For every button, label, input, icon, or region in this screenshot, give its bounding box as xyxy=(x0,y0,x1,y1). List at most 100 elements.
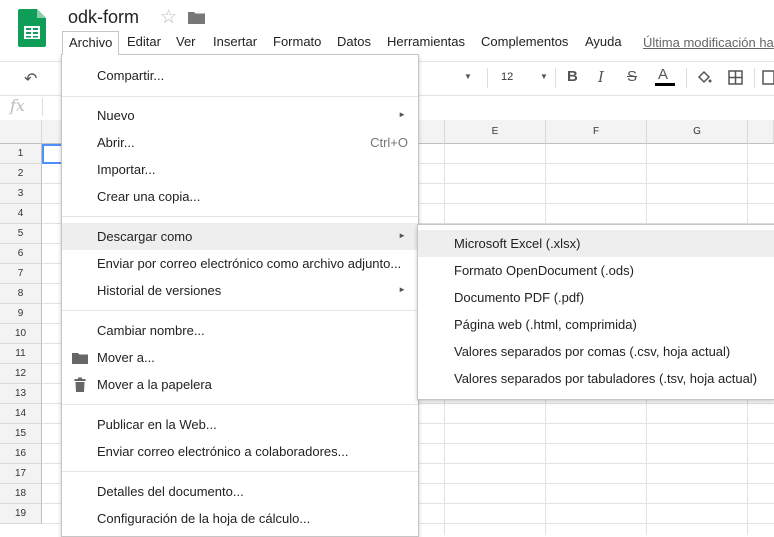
menu-item-label: Compartir... xyxy=(97,68,165,83)
submenu-item-label: Valores separados por comas (.csv, hoja … xyxy=(454,344,731,359)
download-pdf[interactable]: Documento PDF (.pdf) xyxy=(418,284,774,311)
row-header[interactable]: 16 xyxy=(0,444,42,464)
trash-icon xyxy=(74,377,86,392)
menu-separator xyxy=(62,310,418,311)
menu-item-label: Enviar correo electrónico a colaboradore… xyxy=(97,444,349,459)
download-html[interactable]: Página web (.html, comprimida) xyxy=(418,311,774,338)
row-header[interactable]: 11 xyxy=(0,344,42,364)
menu-item-label: Abrir... xyxy=(97,135,135,150)
menu-item-label: Enviar por correo electrónico como archi… xyxy=(97,256,402,271)
menu-item-historial[interactable]: Historial de versiones ► xyxy=(62,277,418,304)
download-tsv[interactable]: Valores separados por tabuladores (.tsv,… xyxy=(418,365,774,392)
borders-icon[interactable] xyxy=(728,70,743,85)
toolbar-divider xyxy=(686,68,687,88)
row-header[interactable]: 17 xyxy=(0,464,42,484)
undo-icon[interactable]: ↶ xyxy=(24,69,37,89)
select-all-corner[interactable] xyxy=(0,120,42,144)
row-header[interactable]: 7 xyxy=(0,264,42,284)
row-header[interactable]: 18 xyxy=(0,484,42,504)
merge-cells-icon[interactable] xyxy=(762,70,774,85)
menu-item-enviar-colaboradores[interactable]: Enviar correo electrónico a colaboradore… xyxy=(62,438,418,465)
menu-item-crear-copia[interactable]: Crear una copia... xyxy=(62,183,418,210)
menu-editar[interactable]: Editar xyxy=(121,31,167,53)
menu-ver[interactable]: Ver xyxy=(170,31,202,53)
row-header[interactable]: 4 xyxy=(0,204,42,224)
row-header[interactable]: 6 xyxy=(0,244,42,264)
file-menu: Compartir... Nuevo ► Abrir... Ctrl+O Impor… xyxy=(61,54,419,537)
menu-item-publicar[interactable]: Publicar en la Web... xyxy=(62,411,418,438)
menu-ayuda[interactable]: Ayuda xyxy=(579,31,628,53)
menu-item-nuevo[interactable]: Nuevo ► xyxy=(62,102,418,129)
folder-icon[interactable] xyxy=(188,11,205,24)
row-header[interactable]: 5 xyxy=(0,224,42,244)
row-header[interactable]: 13 xyxy=(0,384,42,404)
menu-item-label: Crear una copia... xyxy=(97,189,201,204)
last-modified-link[interactable]: Última modificación ha xyxy=(643,35,774,50)
row-header[interactable]: 9 xyxy=(0,304,42,324)
row-header[interactable]: 14 xyxy=(0,404,42,424)
download-as-submenu: Microsoft Excel (.xlsx) Formato OpenDocu… xyxy=(417,224,774,400)
menu-item-configuracion[interactable]: Configuración de la hoja de cálculo... xyxy=(62,505,418,532)
row-header[interactable]: 2 xyxy=(0,164,42,184)
sheets-logo-icon[interactable] xyxy=(18,9,46,47)
menu-item-label: Cambiar nombre... xyxy=(97,323,205,338)
fill-color-icon[interactable] xyxy=(696,70,712,86)
menu-item-compartir[interactable]: Compartir... xyxy=(62,62,418,89)
font-size-value[interactable]: 12 xyxy=(501,71,513,83)
menu-item-label: Mover a la papelera xyxy=(97,377,212,392)
menu-item-descargar-como[interactable]: Descargar como ► xyxy=(62,223,418,250)
row-header[interactable]: 15 xyxy=(0,424,42,444)
menu-complementos[interactable]: Complementos xyxy=(475,31,574,53)
strikethrough-button[interactable]: S xyxy=(627,68,637,85)
menu-item-detalles[interactable]: Detalles del documento... xyxy=(62,478,418,505)
menu-item-abrir[interactable]: Abrir... Ctrl+O xyxy=(62,129,418,156)
menu-formato[interactable]: Formato xyxy=(267,31,327,53)
menu-item-cambiar-nombre[interactable]: Cambiar nombre... xyxy=(62,317,418,344)
fx-label: fx xyxy=(10,96,25,115)
menu-item-enviar-adjunto[interactable]: Enviar por correo electrónico como archi… xyxy=(62,250,418,277)
menu-separator xyxy=(62,96,418,97)
menu-item-importar[interactable]: Importar... xyxy=(62,156,418,183)
menu-item-label: Nuevo xyxy=(97,108,135,123)
star-icon[interactable]: ☆ xyxy=(160,6,177,29)
toolbar-divider xyxy=(555,68,556,88)
download-xlsx[interactable]: Microsoft Excel (.xlsx) xyxy=(418,230,774,257)
document-title[interactable]: odk-form xyxy=(68,7,139,28)
row-header[interactable]: 3 xyxy=(0,184,42,204)
menu-item-papelera[interactable]: Mover a la papelera xyxy=(62,371,418,398)
row-header[interactable]: 12 xyxy=(0,364,42,384)
menu-herramientas[interactable]: Herramientas xyxy=(381,31,471,53)
menu-item-label: Configuración de la hoja de cálculo... xyxy=(97,511,311,526)
bold-button[interactable]: B xyxy=(567,68,578,85)
menu-item-label: Publicar en la Web... xyxy=(97,417,217,432)
menu-item-mover[interactable]: Mover a... xyxy=(62,344,418,371)
menu-item-label: Importar... xyxy=(97,162,156,177)
menu-item-label: Descargar como xyxy=(97,229,193,244)
menu-item-label: Mover a... xyxy=(97,350,155,365)
italic-button[interactable]: I xyxy=(598,68,604,86)
row-header[interactable]: 19 xyxy=(0,504,42,524)
text-color-glyph: A xyxy=(658,66,669,83)
column-header-f[interactable]: F xyxy=(546,120,647,144)
menu-shortcut: Ctrl+O xyxy=(370,135,408,150)
menu-item-label: Detalles del documento... xyxy=(97,484,244,499)
row-header[interactable]: 10 xyxy=(0,324,42,344)
font-size-dropdown-arrow-icon[interactable]: ▼ xyxy=(540,72,548,81)
text-color-button[interactable]: A xyxy=(655,66,675,86)
download-csv[interactable]: Valores separados por comas (.csv, hoja … xyxy=(418,338,774,365)
toolbar-divider xyxy=(754,68,755,88)
column-header-g[interactable]: G xyxy=(647,120,748,144)
column-header-e[interactable]: E xyxy=(445,120,546,144)
download-ods[interactable]: Formato OpenDocument (.ods) xyxy=(418,257,774,284)
toolbar-divider xyxy=(487,68,488,88)
column-header[interactable] xyxy=(748,120,774,144)
menu-separator xyxy=(62,471,418,472)
submenu-item-label: Microsoft Excel (.xlsx) xyxy=(454,236,581,251)
row-header[interactable]: 8 xyxy=(0,284,42,304)
menu-datos[interactable]: Datos xyxy=(331,31,377,53)
menu-archivo[interactable]: Archivo xyxy=(62,31,120,55)
font-dropdown-arrow-icon[interactable]: ▼ xyxy=(464,72,472,81)
menu-insertar[interactable]: Insertar xyxy=(207,31,263,53)
submenu-arrow-icon: ► xyxy=(398,110,406,119)
row-header[interactable]: 1 xyxy=(0,144,42,164)
